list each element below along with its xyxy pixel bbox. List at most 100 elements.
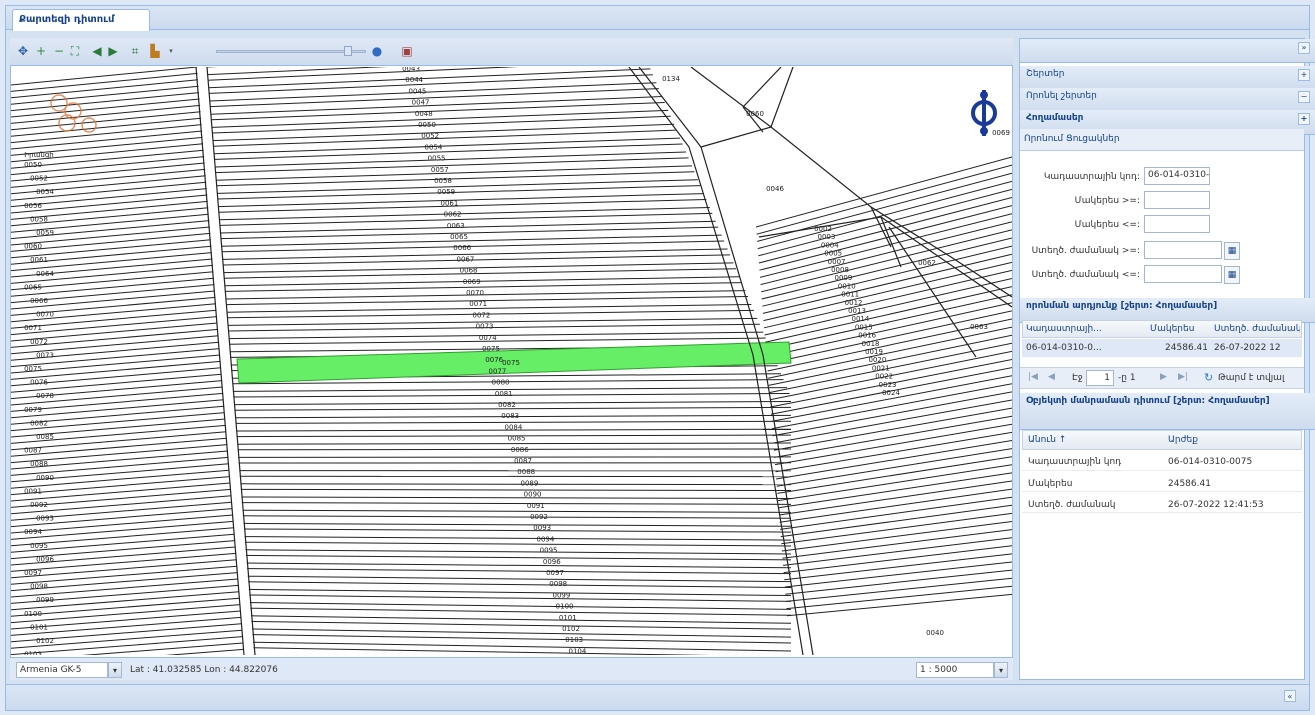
col-area[interactable]: Մակերես [1150,324,1200,334]
parcel-label[interactable]: 0016 [858,332,876,340]
refresh-label[interactable]: Թարմ է տվյալ [1218,373,1284,383]
parcel-label[interactable]: 0050 [418,121,436,129]
select-icon[interactable]: ⌗ [128,44,142,58]
parcel-label[interactable]: 0040 [926,629,944,637]
back-icon[interactable]: ◀ [90,44,104,58]
parcel-label[interactable]: 0010 [838,282,856,290]
parcel-label[interactable]: 0095 [30,542,48,550]
parcel-label[interactable]: 0013 [848,307,866,315]
parcel-label[interactable]: 0055 [428,155,446,163]
parcel-label[interactable]: 0076 [485,356,503,364]
parcel-label[interactable]: 0014 [851,315,869,323]
col-cadastral[interactable]: Կադաստրայի... [1026,324,1110,334]
parcel-label[interactable]: 0057 [431,166,449,174]
parcel-label[interactable]: 0061 [440,199,458,207]
parcel-label[interactable]: 0071 [24,324,42,332]
parcel-label[interactable]: 0043 [402,67,420,73]
parcel-label[interactable]: 0071 [469,300,487,308]
parcel-label[interactable]: 0059 [36,229,54,237]
parcel-label[interactable]: 0004 [821,241,839,249]
parcel-label[interactable]: 0062 [918,259,936,267]
parcel-label[interactable]: 0084 [504,423,522,431]
parcel-label[interactable]: 0045 [408,87,426,95]
parcel-label[interactable]: 0008 [831,266,849,274]
parcel-label[interactable]: 0090 [36,474,54,482]
parcel-label[interactable]: 0063 [970,323,988,331]
parcel-label[interactable]: 0076 [30,379,48,387]
parcel-label[interactable]: 0083 [501,412,519,420]
parcel-label[interactable]: 0058 [434,177,452,185]
parcel-label[interactable]: 0067 [456,255,474,263]
tab-search[interactable]: Որոնում [1024,134,1063,144]
parcel-label[interactable]: 0094 [536,535,554,543]
parcel-label[interactable]: 0019 [865,348,883,356]
scale-dropdown-icon[interactable]: ▾ [994,662,1008,678]
parcel-label[interactable]: 0085 [36,433,54,441]
last-page-icon[interactable]: ▶| [1178,372,1188,382]
parcel-label[interactable]: 0100 [24,610,42,618]
parcel-label[interactable]: 0020 [868,356,886,364]
parcel-label[interactable]: 0099 [552,591,570,599]
parcel-label[interactable]: 0104 [568,647,586,655]
projection-select[interactable]: Armenia GK-5 [16,662,108,678]
tab-map-view[interactable]: Քարտեզի դիտում [12,9,150,31]
projection-dropdown-icon[interactable]: ▾ [108,662,122,678]
parcel-label[interactable]: 0072 [30,338,48,346]
parcel-label[interactable]: 0052 [30,175,48,183]
parcel-label[interactable]: 0095 [540,547,558,555]
next-page-icon[interactable]: ▶ [1160,372,1167,382]
parcel-label[interactable]: 0003 [817,233,835,241]
zoom-extent-icon[interactable]: ⛶ [68,44,82,58]
parcel-label[interactable]: 0056 [24,202,42,210]
cadastral-input[interactable]: 06-014-0310-0075 [1144,167,1210,185]
parcel-label[interactable]: 0047 [412,99,430,107]
parcel-label[interactable]: 0087 [514,457,532,465]
parcel-label[interactable]: 0073 [36,351,54,359]
parcel-label[interactable]: 0061 [30,256,48,264]
parcel-label[interactable]: 0093 [533,524,551,532]
parcel-label[interactable]: 0046 [766,185,784,193]
parcel-label[interactable]: 0097 [24,569,42,577]
parcel-label[interactable]: 0070 [36,311,54,319]
col-name[interactable]: Անուն ↑ [1028,435,1148,445]
parcel-label[interactable]: 0092 [30,501,48,509]
parcel-label[interactable]: 0098 [549,580,567,588]
zoom-in-icon[interactable]: + [34,44,48,58]
parcel-label[interactable]: 0100 [556,603,574,611]
parcel-label[interactable]: 0054 [36,188,54,196]
forward-icon[interactable]: ▶ [106,44,120,58]
area-from-input[interactable] [1144,191,1210,209]
parcel-label[interactable]: 0069 [463,278,481,286]
parcel-label[interactable]: 0052 [421,132,439,140]
parcel-label[interactable]: 0072 [472,311,490,319]
parcel-label[interactable]: 0097 [546,569,564,577]
parcel-label[interactable]: 0015 [855,323,873,331]
parcel-label[interactable]: 0082 [30,419,48,427]
refresh-icon[interactable]: ↻ [1204,371,1213,384]
parcel-label[interactable]: 0103 [565,636,583,644]
parcel-label[interactable]: 0091 [24,487,42,495]
parcel-label[interactable]: 0102 [562,625,580,633]
parcel-label[interactable]: 0062 [444,211,462,219]
parcel-label[interactable]: 0050 [24,161,42,169]
scale-select[interactable]: 1 : 5000 [916,662,994,678]
col-value[interactable]: Արժեք [1168,435,1288,445]
parcel-label[interactable]: 0069 [992,129,1010,137]
parcel-label[interactable]: 0080 [492,379,510,387]
date-from-input[interactable] [1144,241,1222,259]
zoom-out-icon[interactable]: − [52,44,66,58]
parcel-label[interactable]: 0023 [879,381,897,389]
parcel-label[interactable]: 0075 [482,345,500,353]
parcel-label[interactable]: 0066 [453,244,471,252]
parcel-label[interactable]: 0091 [527,502,545,510]
parcel-label[interactable]: 0081 [495,390,513,398]
parcel-label[interactable]: 0059 [437,188,455,196]
print-icon[interactable]: ▣ [400,44,414,58]
parcel-label[interactable]: 0103 [24,651,42,655]
parcel-label[interactable]: 0087 [24,447,42,455]
parcel-label[interactable]: 0102 [36,637,54,645]
calendar-icon[interactable]: ▦ [1224,266,1240,284]
parcel-label[interactable]: 0086 [511,446,529,454]
parcel-label[interactable]: 0070 [466,289,484,297]
collapse-icon[interactable]: » [1298,42,1310,54]
